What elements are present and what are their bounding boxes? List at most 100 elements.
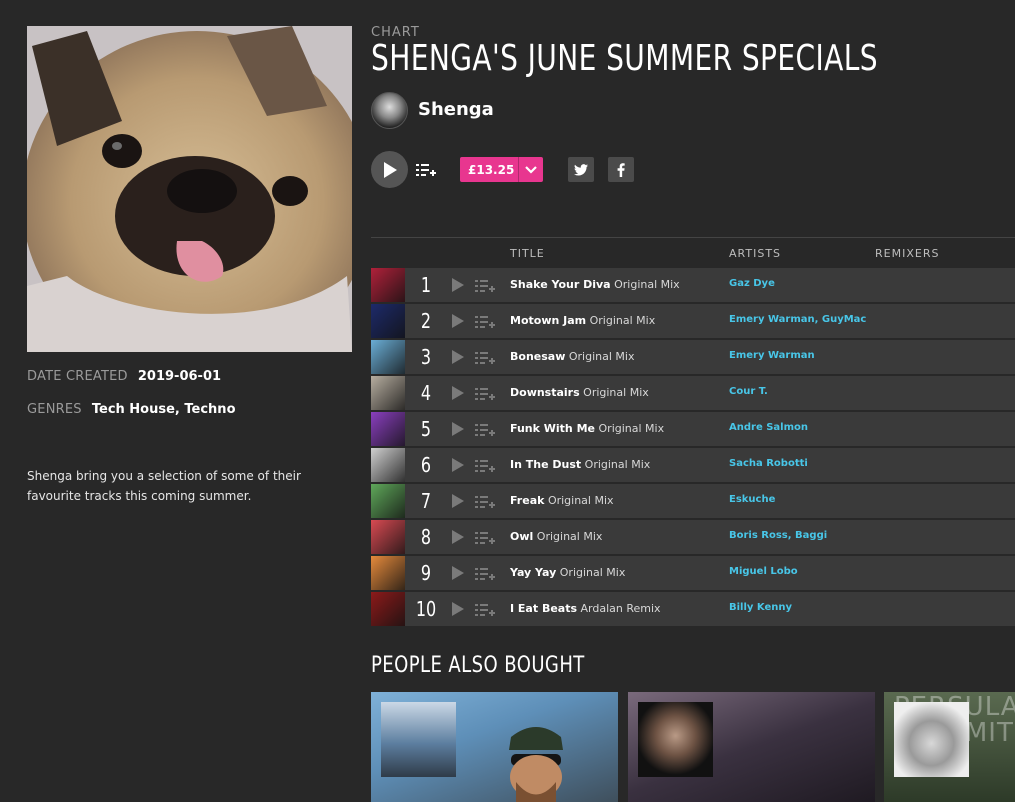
- track-artwork[interactable]: [371, 340, 405, 374]
- track-number: 2: [420, 309, 432, 333]
- add-to-queue-icon[interactable]: [475, 422, 495, 438]
- track-name[interactable]: Shake Your Diva: [510, 278, 611, 291]
- track-artwork[interactable]: [371, 376, 405, 410]
- track-artists[interactable]: Andre Salmon: [729, 422, 808, 433]
- track-title[interactable]: Shake Your Diva Original Mix: [510, 278, 680, 291]
- track-row[interactable]: 2 Motown Jam Original Mix Emery Warman, …: [371, 304, 1015, 338]
- track-artwork[interactable]: [371, 268, 405, 302]
- play-icon[interactable]: [451, 566, 465, 580]
- play-icon[interactable]: [451, 494, 465, 508]
- track-title[interactable]: Yay Yay Original Mix: [510, 566, 625, 579]
- track-name[interactable]: Bonesaw: [510, 350, 565, 363]
- track-artists[interactable]: Boris Ross, Baggi: [729, 530, 827, 541]
- curator-avatar[interactable]: [371, 92, 408, 129]
- track-mix: Original Mix: [598, 422, 665, 435]
- track-mix: Ardalan Remix: [580, 602, 661, 615]
- track-number: 8: [420, 525, 432, 549]
- date-created-value: 2019-06-01: [137, 369, 222, 384]
- track-artists[interactable]: Cour T.: [729, 386, 768, 397]
- track-row[interactable]: 10 I Eat Beats Ardalan Remix Billy Kenny: [371, 592, 1015, 626]
- play-all-button[interactable]: [371, 151, 408, 188]
- add-to-queue-icon[interactable]: [475, 350, 495, 366]
- play-icon[interactable]: [451, 422, 465, 436]
- track-title[interactable]: I Eat Beats Ardalan Remix: [510, 602, 661, 615]
- track-artwork[interactable]: [371, 520, 405, 554]
- play-icon[interactable]: [451, 458, 465, 472]
- track-name[interactable]: In The Dust: [510, 458, 581, 471]
- track-row[interactable]: 1 Shake Your Diva Original Mix Gaz Dye: [371, 268, 1015, 302]
- track-row[interactable]: 5 Funk With Me Original Mix Andre Salmon: [371, 412, 1015, 446]
- related-chart-card-2[interactable]: [628, 692, 875, 802]
- play-icon: [383, 161, 397, 178]
- facebook-icon: [617, 162, 625, 177]
- track-artists[interactable]: Gaz Dye: [729, 278, 775, 289]
- track-name[interactable]: Downstairs: [510, 386, 580, 399]
- play-icon[interactable]: [451, 386, 465, 400]
- track-name[interactable]: I Eat Beats: [510, 602, 577, 615]
- track-number: 9: [420, 561, 432, 585]
- track-title[interactable]: Bonesaw Original Mix: [510, 350, 634, 363]
- track-artists[interactable]: Eskuche: [729, 494, 775, 505]
- track-artwork[interactable]: [371, 304, 405, 338]
- track-artists[interactable]: Billy Kenny: [729, 602, 792, 613]
- curator-name[interactable]: Shenga: [418, 99, 494, 120]
- track-title[interactable]: Freak Original Mix: [510, 494, 614, 507]
- buy-chart-button[interactable]: £13.25: [460, 157, 543, 182]
- track-artists[interactable]: Sacha Robotti: [729, 458, 808, 469]
- track-row[interactable]: 9 Yay Yay Original Mix Miguel Lobo: [371, 556, 1015, 590]
- track-title[interactable]: Funk With Me Original Mix: [510, 422, 664, 435]
- twitter-share-button[interactable]: [568, 157, 594, 182]
- track-artwork[interactable]: [371, 448, 405, 482]
- track-artwork[interactable]: [371, 484, 405, 518]
- track-artwork[interactable]: [371, 556, 405, 590]
- related-chart-card-1[interactable]: [371, 692, 618, 802]
- add-to-queue-icon[interactable]: [475, 386, 495, 402]
- add-to-queue-icon[interactable]: [475, 602, 495, 618]
- track-artists[interactable]: Miguel Lobo: [729, 566, 798, 577]
- track-artists[interactable]: Emery Warman, GuyMac: [729, 314, 866, 325]
- track-name[interactable]: Funk With Me: [510, 422, 595, 435]
- related-chart-card-3[interactable]: PERSULA OF LIMITS: [884, 692, 1015, 802]
- track-artwork[interactable]: [371, 592, 405, 626]
- track-artwork[interactable]: [371, 412, 405, 446]
- track-row[interactable]: 4 Downstairs Original Mix Cour T.: [371, 376, 1015, 410]
- play-icon[interactable]: [451, 350, 465, 364]
- add-to-queue-icon[interactable]: [475, 314, 495, 330]
- track-title[interactable]: Downstairs Original Mix: [510, 386, 649, 399]
- track-name[interactable]: Freak: [510, 494, 544, 507]
- price-dropdown[interactable]: [519, 165, 543, 174]
- column-remixers[interactable]: REMIXERS: [875, 247, 939, 260]
- facebook-share-button[interactable]: [608, 157, 634, 182]
- track-row[interactable]: 8 Owl Original Mix Boris Ross, Baggi: [371, 520, 1015, 554]
- play-icon[interactable]: [451, 278, 465, 292]
- page-title: SHENGA'S JUNE SUMMER SPECIALS: [371, 38, 879, 79]
- track-row[interactable]: 7 Freak Original Mix Eskuche: [371, 484, 1015, 518]
- track-title[interactable]: In The Dust Original Mix: [510, 458, 650, 471]
- track-mix: Original Mix: [583, 386, 649, 399]
- add-to-queue-icon[interactable]: [475, 494, 495, 510]
- column-title[interactable]: TITLE: [510, 247, 545, 260]
- track-row[interactable]: 6 In The Dust Original Mix Sacha Robotti: [371, 448, 1015, 482]
- track-name[interactable]: Owl: [510, 530, 533, 543]
- add-to-queue-icon[interactable]: [475, 530, 495, 546]
- add-to-queue-icon[interactable]: [475, 458, 495, 474]
- track-artists[interactable]: Emery Warman: [729, 350, 815, 361]
- track-number: 7: [420, 489, 432, 513]
- add-to-queue-icon[interactable]: [475, 566, 495, 582]
- track-name[interactable]: Motown Jam: [510, 314, 586, 327]
- add-all-to-queue-button[interactable]: [416, 161, 436, 179]
- genres-label: GENRES: [27, 402, 82, 417]
- add-to-queue-icon[interactable]: [475, 278, 495, 294]
- play-icon[interactable]: [451, 530, 465, 544]
- play-icon[interactable]: [451, 602, 465, 616]
- track-row[interactable]: 3 Bonesaw Original Mix Emery Warman: [371, 340, 1015, 374]
- track-name[interactable]: Yay Yay: [510, 566, 556, 579]
- play-icon[interactable]: [451, 314, 465, 328]
- card-person-image: [509, 727, 563, 802]
- track-mix: Original Mix: [614, 278, 680, 291]
- column-artists[interactable]: ARTISTS: [729, 247, 781, 260]
- track-title[interactable]: Owl Original Mix: [510, 530, 602, 543]
- related-chart-avatar: [381, 702, 456, 777]
- genres-value[interactable]: Tech House, Techno: [92, 402, 236, 417]
- track-title[interactable]: Motown Jam Original Mix: [510, 314, 655, 327]
